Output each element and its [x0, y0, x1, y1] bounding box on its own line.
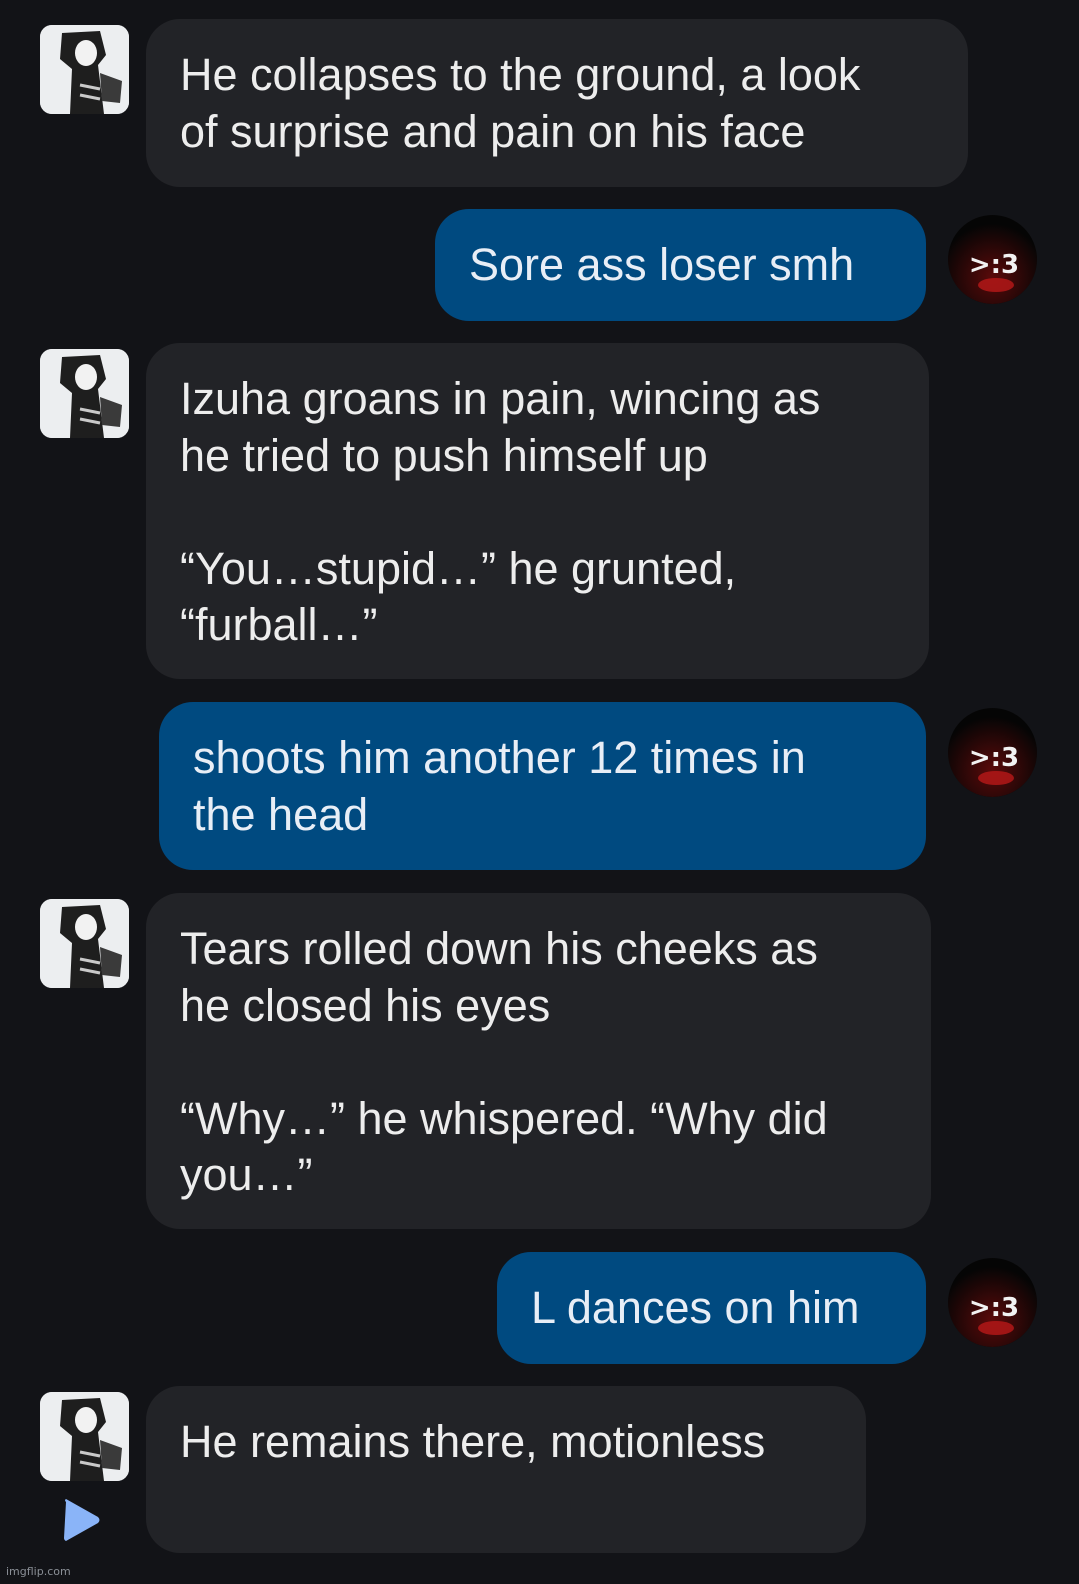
message-bubble-user: shoots him another 12 times in the head [159, 702, 926, 870]
user-avatar[interactable]: >:3 [948, 708, 1037, 797]
message-bubble-user: L dances on him [497, 1252, 926, 1364]
bot-avatar[interactable] [40, 25, 129, 114]
user-avatar-text: >:3 [969, 743, 1019, 773]
message-bubble-bot: Izuha groans in pain, wincing as he trie… [146, 343, 929, 679]
character-avatar-icon [40, 349, 129, 438]
red-smirk-face-avatar-icon: >:3 [948, 708, 1037, 797]
watermark: imgflip.com [6, 1565, 71, 1578]
bot-avatar[interactable] [40, 899, 129, 988]
user-avatar-text: >:3 [969, 250, 1019, 280]
message-bubble-bot: Tears rolled down his cheeks as he close… [146, 893, 931, 1229]
message-bubble-bot: He remains there, motionless [146, 1386, 866, 1553]
red-smirk-face-avatar-icon: >:3 [948, 215, 1037, 304]
bot-avatar[interactable] [40, 1392, 129, 1481]
message-bubble-bot: He collapses to the ground, a look of su… [146, 19, 968, 187]
character-avatar-icon [40, 899, 129, 988]
red-smirk-face-avatar-icon: >:3 [948, 1258, 1037, 1347]
user-avatar[interactable]: >:3 [948, 215, 1037, 304]
user-avatar-text: >:3 [969, 1293, 1019, 1323]
play-icon[interactable] [60, 1498, 102, 1542]
character-avatar-icon [40, 1392, 129, 1481]
bot-avatar[interactable] [40, 349, 129, 438]
character-avatar-icon [40, 25, 129, 114]
message-bubble-user: Sore ass loser smh [435, 209, 926, 321]
user-avatar[interactable]: >:3 [948, 1258, 1037, 1347]
